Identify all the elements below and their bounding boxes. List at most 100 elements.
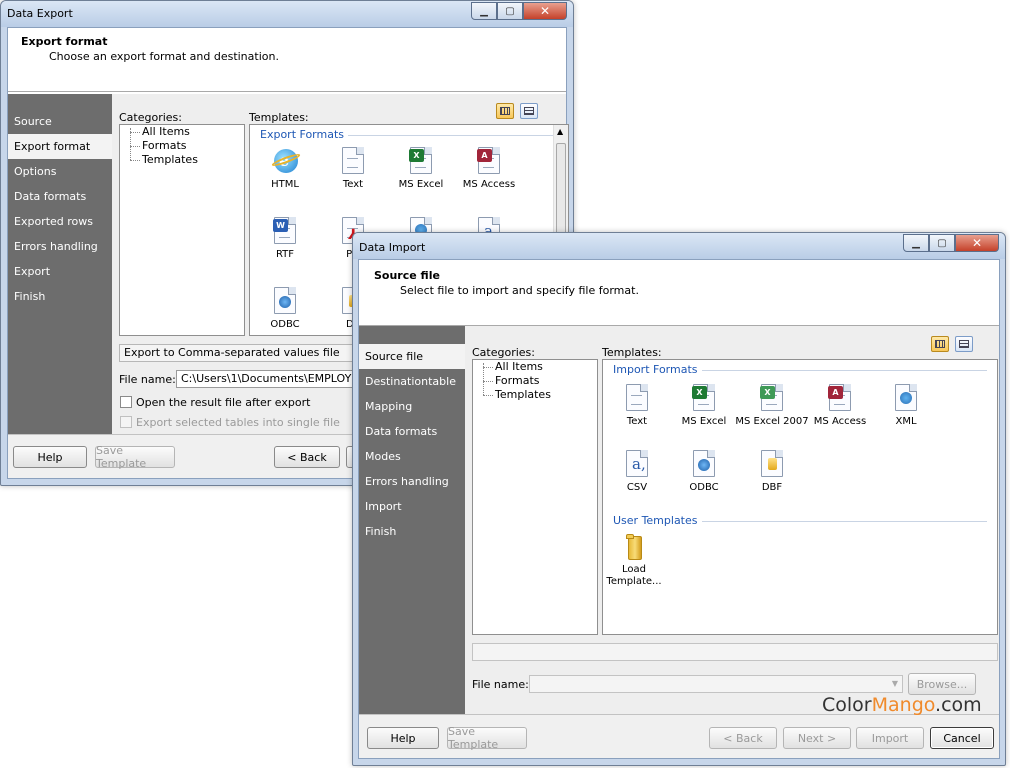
import-step-source-file[interactable]: Source file [359, 344, 465, 369]
export-format-rtf-label: RTF [275, 249, 295, 260]
maximize-icon[interactable]: ▢ [497, 2, 523, 20]
tree-node-all-items[interactable]: All Items [473, 360, 597, 374]
import-step-data-formats[interactable]: Data formats [359, 419, 465, 444]
watermark-part2: Mango [871, 694, 936, 716]
load-template-label: Load Template... [606, 564, 662, 587]
maximize-icon[interactable]: ▢ [929, 234, 955, 252]
access-icon: A [826, 384, 854, 412]
import-format-dbf[interactable]: DBF [735, 450, 809, 494]
import-header-subtitle: Select file to import and specify file f… [400, 284, 639, 297]
import-file-name-input[interactable]: ▼ [529, 675, 903, 693]
import-formats-group: Import Formats [613, 363, 987, 377]
export-formats-group: Export Formats [260, 128, 558, 142]
list-view-icon[interactable] [955, 336, 973, 352]
export-step-source[interactable]: Source [8, 109, 112, 134]
import-categories-tree[interactable]: All Items Formats Templates [472, 359, 598, 635]
import-step-errors-handling[interactable]: Errors handling [359, 469, 465, 494]
import-steps-sidebar: Source file Destinationtable Mapping Dat… [359, 326, 465, 720]
list-view-icon[interactable] [520, 103, 538, 119]
export-format-access[interactable]: A MS Access [452, 147, 526, 191]
export-format-excel-label: MS Excel [398, 179, 444, 190]
export-formats-group-label: Export Formats [260, 128, 348, 141]
load-template-item[interactable]: Load Template... [603, 532, 671, 588]
import-format-xml-label: XML [895, 416, 917, 427]
tree-node-formats[interactable]: Formats [120, 139, 244, 153]
import-step-finish[interactable]: Finish [359, 519, 465, 544]
import-format-xml[interactable]: XML [869, 384, 943, 428]
export-titlebar[interactable]: Data Export ▁ ▢ ✕ [1, 1, 573, 27]
open-after-export-checkbox[interactable] [120, 396, 132, 408]
import-back-button[interactable]: < Back [709, 727, 777, 749]
large-icons-view-icon[interactable] [931, 336, 949, 352]
import-format-access[interactable]: A MS Access [803, 384, 877, 428]
import-format-odbc[interactable]: ODBC [667, 450, 741, 494]
import-format-csv-label: CSV [626, 482, 648, 493]
import-footer: Help Save Template < Back Next > Import … [359, 714, 999, 758]
import-format-excel-2007-label: MS Excel 2007 [735, 416, 809, 427]
export-step-options[interactable]: Options [8, 159, 112, 184]
import-format-excel-2007[interactable]: X MS Excel 2007 [735, 384, 809, 428]
import-step-import[interactable]: Import [359, 494, 465, 519]
excel-icon: X [690, 384, 718, 412]
import-file-name-label: File name: [472, 678, 529, 691]
tree-node-templates[interactable]: Templates [120, 153, 244, 167]
import-client: Source file Select file to import and sp… [358, 259, 1000, 759]
import-step-modes[interactable]: Modes [359, 444, 465, 469]
import-format-access-label: MS Access [813, 416, 867, 427]
single-file-checkbox[interactable] [120, 416, 132, 428]
export-save-template-button[interactable]: Save Template [95, 444, 175, 470]
large-icons-view-icon[interactable] [496, 103, 514, 119]
tree-node-templates[interactable]: Templates [473, 388, 597, 402]
import-save-template-button[interactable]: Save Template [447, 725, 527, 751]
import-format-odbc-label: ODBC [689, 482, 719, 493]
import-format-excel[interactable]: X MS Excel [667, 384, 741, 428]
import-import-button[interactable]: Import [856, 727, 924, 749]
tree-node-formats[interactable]: Formats [473, 374, 597, 388]
export-step-errors-handling[interactable]: Errors handling [8, 234, 112, 259]
excel-icon: X [407, 147, 435, 175]
import-format-text[interactable]: Text [603, 384, 674, 428]
close-icon[interactable]: ✕ [523, 2, 567, 20]
export-step-export[interactable]: Export [8, 259, 112, 284]
export-categories-tree[interactable]: All Items Formats Templates [119, 124, 245, 336]
export-format-odbc-label: ODBC [270, 319, 300, 330]
export-format-odbc[interactable]: ODBC [250, 287, 322, 331]
import-step-mapping[interactable]: Mapping [359, 394, 465, 419]
import-format-description [472, 643, 998, 661]
colormango-watermark: ColorMango.com [822, 694, 982, 716]
import-templates-panel: Import Formats Text X MS Excel X MS Exce… [602, 359, 998, 635]
browse-button[interactable]: Browse... [908, 673, 976, 695]
export-step-exported-rows[interactable]: Exported rows [8, 209, 112, 234]
export-step-finish[interactable]: Finish [8, 284, 112, 309]
import-formats-group-label: Import Formats [613, 363, 702, 376]
import-help-button[interactable]: Help [367, 727, 439, 749]
minimize-icon[interactable]: ▁ [471, 2, 497, 20]
tree-node-all-items[interactable]: All Items [120, 125, 244, 139]
close-icon[interactable]: ✕ [955, 234, 999, 252]
dropdown-arrow-icon[interactable]: ▼ [892, 676, 898, 692]
data-import-window: Data Import ▁ ▢ ✕ Source file Select fil… [352, 232, 1006, 766]
export-header-title: Export format [21, 35, 108, 48]
text-file-icon [339, 147, 367, 175]
user-templates-group-label: User Templates [613, 514, 702, 527]
export-format-excel[interactable]: X MS Excel [384, 147, 458, 191]
export-step-data-formats[interactable]: Data formats [8, 184, 112, 209]
import-main: Categories: Templates: All Items Formats… [465, 326, 999, 720]
watermark-part1: Color [822, 694, 872, 716]
export-file-name-label: File name: [119, 373, 176, 386]
watermark-part3: .com [935, 694, 982, 716]
import-step-destination-table[interactable]: Destinationtable [359, 369, 465, 394]
import-titlebar[interactable]: Data Import ▁ ▢ ✕ [353, 233, 1005, 259]
export-format-html[interactable]: e HTML [250, 147, 322, 191]
import-format-csv[interactable]: a, CSV [603, 450, 674, 494]
import-cancel-button[interactable]: Cancel [930, 727, 994, 749]
access-icon: A [475, 147, 503, 175]
export-back-button[interactable]: < Back [274, 446, 340, 468]
import-next-button[interactable]: Next > [783, 727, 851, 749]
export-step-export-format[interactable]: Export format [8, 134, 112, 159]
export-format-rtf[interactable]: W RTF [250, 217, 322, 261]
export-help-button[interactable]: Help [13, 446, 87, 468]
minimize-icon[interactable]: ▁ [903, 234, 929, 252]
export-format-text[interactable]: Text [316, 147, 390, 191]
rtf-icon: W [271, 217, 299, 245]
